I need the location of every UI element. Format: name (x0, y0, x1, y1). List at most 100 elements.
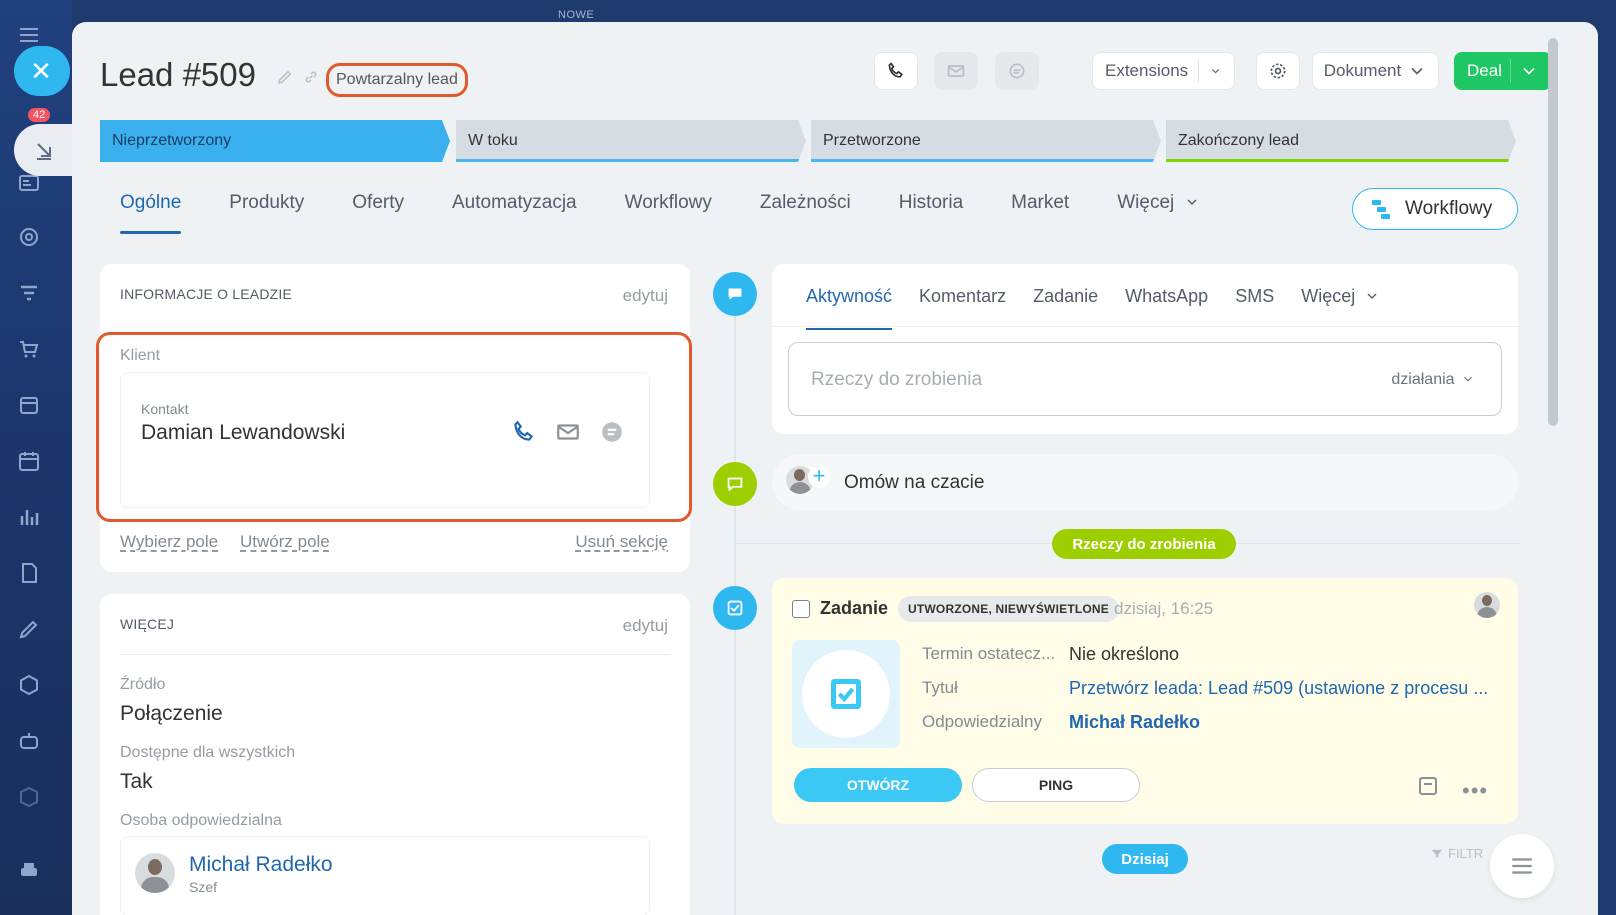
timeline-filter[interactable]: FILTR (1430, 846, 1483, 861)
task-title-label: Tytuł (922, 678, 958, 697)
menu-icon[interactable] (16, 22, 42, 48)
extensions-label: Extensions (1105, 61, 1189, 80)
email-button[interactable] (934, 52, 978, 90)
cart-icon[interactable] (16, 336, 42, 362)
tab-market[interactable]: Market (1011, 192, 1069, 228)
document-label: Dokument (1323, 61, 1402, 80)
client-highlight-frame (96, 332, 692, 522)
more-dots-icon[interactable]: ••• (1462, 778, 1488, 804)
task-check-icon (727, 600, 743, 616)
activity-dot (713, 272, 757, 316)
task-title: Zadanie (820, 598, 889, 618)
cube-icon[interactable] (16, 784, 42, 810)
call-button[interactable] (874, 52, 918, 90)
avatar[interactable] (135, 853, 175, 893)
scrollbar[interactable] (1548, 38, 1558, 426)
tab-dependencies[interactable]: Zależności (760, 192, 851, 228)
actions-dropdown[interactable]: działania (1391, 371, 1475, 389)
store-icon[interactable] (16, 392, 42, 418)
todo-pill: Rzeczy do zrobienia (1052, 529, 1236, 559)
task-image (792, 640, 900, 748)
stage-label: Nieprzetworzony (112, 132, 232, 149)
printer-icon[interactable] (16, 858, 42, 884)
edit-link[interactable]: edytuj (623, 286, 668, 306)
analytics-icon[interactable] (16, 504, 42, 530)
note-icon[interactable] (1416, 774, 1440, 803)
document-button[interactable]: Dokument (1312, 52, 1439, 90)
close-icon: ✕ (30, 55, 52, 86)
tab-more-label: Więcej (1117, 192, 1175, 213)
mail-icon (947, 65, 965, 77)
filter-label: FILTR (1448, 846, 1484, 861)
chevron-down-icon (1187, 199, 1196, 205)
todo-input[interactable]: Rzeczy do zrobienia działania (788, 342, 1502, 416)
menu-fab[interactable] (1490, 834, 1554, 898)
chevron-down-icon (1211, 68, 1220, 74)
stage-in-progress[interactable]: W toku (456, 120, 806, 162)
stage-unprocessed[interactable]: Nieprzetworzony (100, 120, 450, 162)
responsible-value[interactable]: Michał Radełko (1069, 712, 1499, 733)
deadline-value[interactable]: Nie określono (1069, 644, 1499, 665)
discuss-in-chat[interactable]: + Omów na czacie (772, 454, 1518, 510)
available-value: Tak (120, 770, 153, 793)
task-check-icon (831, 679, 861, 709)
tab-workflows[interactable]: Workflowy (625, 192, 712, 228)
ping-button[interactable]: PING (972, 768, 1140, 802)
main-tabs: Ogólne Produkty Oferty Automatyzacja Wor… (120, 192, 1248, 234)
robot-icon[interactable] (16, 728, 42, 754)
open-button[interactable]: OTWÓRZ (794, 768, 962, 802)
remove-section-link[interactable]: Usuń sekcję (575, 532, 668, 552)
tab-history[interactable]: Historia (899, 192, 963, 228)
chevron-down-icon (1367, 293, 1377, 299)
create-field-link[interactable]: Utwórz pole (240, 532, 330, 552)
task-title-value[interactable]: Przetwórz leada: Lead #509 (ustawione z … (1069, 678, 1499, 699)
tab-more[interactable]: Więcej (1117, 192, 1199, 228)
tab-whatsapp[interactable]: WhatsApp (1125, 286, 1208, 326)
actions-label: działania (1391, 371, 1455, 388)
chevron-down-icon (1411, 67, 1423, 75)
link-icon[interactable] (302, 68, 320, 91)
sidebar-active-item[interactable] (14, 124, 74, 176)
tab-activity-more[interactable]: Więcej (1301, 286, 1380, 326)
activity-tabs: Aktywność Komentarz Zadanie WhatsApp SMS… (806, 286, 1407, 330)
extensions-button[interactable]: Extensions (1092, 52, 1235, 90)
tab-task[interactable]: Zadanie (1033, 286, 1098, 326)
deal-button[interactable]: Deal (1454, 52, 1552, 90)
tab-comment[interactable]: Komentarz (919, 286, 1006, 326)
stage-completed[interactable]: Zakończony lead (1166, 120, 1516, 162)
chat-icon (1009, 63, 1025, 79)
plus-icon: + (808, 465, 830, 488)
pen-icon[interactable] (16, 616, 42, 642)
tab-products[interactable]: Produkty (229, 192, 304, 228)
comment-icon (728, 288, 742, 300)
repeat-lead-tag: Powtarzalny lead (326, 63, 468, 97)
pencil-icon[interactable] (276, 68, 294, 91)
deadline-label: Termin ostatecz... (922, 644, 1056, 663)
tab-automation[interactable]: Automatyzacja (452, 192, 577, 228)
hexagon-icon[interactable] (16, 672, 42, 698)
chat-bubble-icon (727, 477, 743, 492)
close-slider-button[interactable]: ✕ (14, 46, 70, 96)
stage-label: Przetworzone (823, 132, 921, 149)
tab-sms[interactable]: SMS (1235, 286, 1274, 326)
select-field-link[interactable]: Wybierz pole (120, 532, 218, 552)
tab-general[interactable]: Ogólne (120, 192, 182, 234)
deal-label: Deal (1467, 61, 1502, 80)
calendar-icon[interactable] (16, 448, 42, 474)
chat-button[interactable] (995, 52, 1039, 90)
settings-button[interactable] (1256, 52, 1300, 90)
tab-quotes[interactable]: Oferty (352, 192, 404, 228)
tab-activity[interactable]: Aktywność (806, 286, 893, 330)
status-badge: UTWORZONE, NIEWYŚWIETLONE (898, 596, 1119, 622)
task-checkbox[interactable] (792, 600, 810, 618)
edit-link[interactable]: edytuj (623, 616, 668, 636)
stage-processed[interactable]: Przetworzone (811, 120, 1161, 162)
avatar[interactable] (1474, 592, 1500, 618)
workflow-button[interactable]: Workflowy (1352, 188, 1518, 230)
person-name[interactable]: Michał Radełko (189, 853, 333, 877)
stage-label: Zakończony lead (1178, 132, 1299, 149)
filter-funnel-icon[interactable] (16, 280, 42, 306)
target-icon[interactable] (16, 224, 42, 250)
document-edit-icon[interactable] (16, 560, 42, 586)
activity-editor: Aktywność Komentarz Zadanie WhatsApp SMS… (772, 264, 1518, 434)
